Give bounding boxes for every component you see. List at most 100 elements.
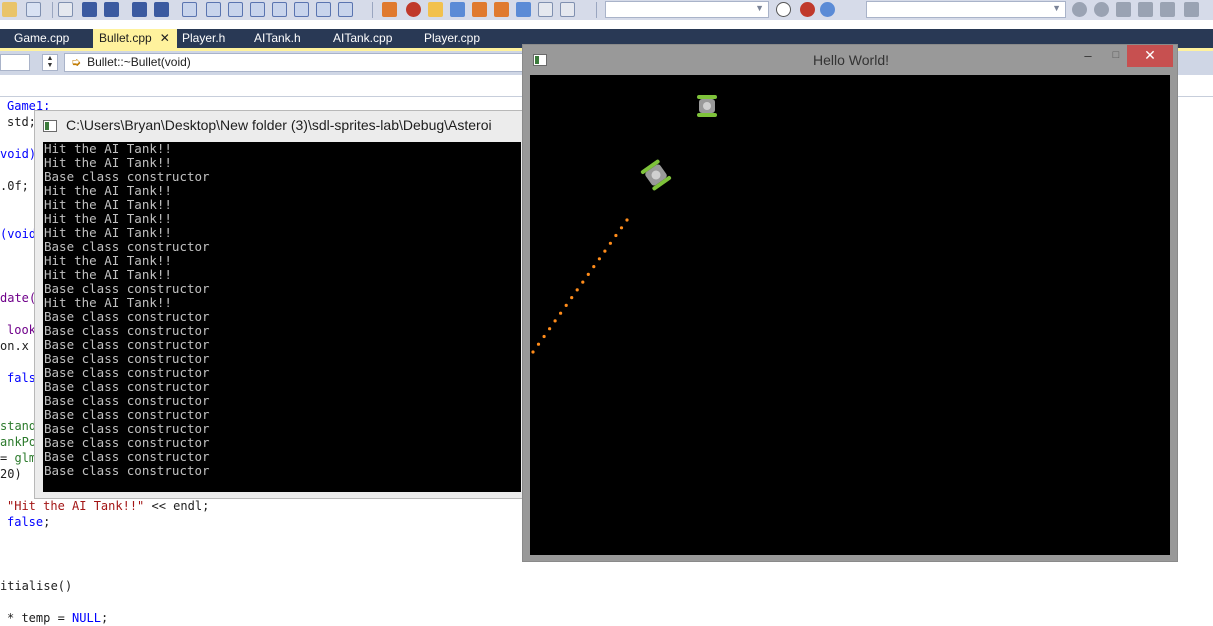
member-combo[interactable]: ➭ Bullet::~Bullet(void) [64,53,524,72]
code-line: void) [0,147,37,161]
game-scene [531,95,717,354]
console-line: Hit the AI Tank!! [44,183,172,198]
chevron-down-icon: ▼ [755,3,764,13]
sphere-icon[interactable] [800,2,815,17]
indent-icon[interactable] [82,2,97,17]
outline-icon[interactable] [58,2,73,17]
bullet [586,272,590,276]
minimize-button[interactable]: – [1073,45,1103,69]
breakpoint-icon[interactable] [406,2,421,17]
outdent-icon[interactable] [104,2,119,17]
console-title-bar[interactable]: C:\Users\Bryan\Desktop\New folder (3)\sd… [35,111,533,141]
bookmark-next-icon[interactable] [228,2,243,17]
tank-tread [697,95,717,99]
tab-label: Game.cpp [14,31,70,45]
code-line: (void [0,227,37,241]
toolbar-combo-1[interactable]: ▼ [605,1,769,18]
bullet [625,218,629,222]
uncomment-icon[interactable] [154,2,169,17]
bookmark-doc-prev-icon[interactable] [294,2,309,17]
game-canvas[interactable] [530,75,1170,555]
code-line: date( [0,291,37,305]
tab-player-h[interactable]: Player.h [176,29,231,48]
checkout-icon[interactable] [1138,2,1153,17]
close-icon[interactable]: ✕ [160,31,170,45]
info-icon[interactable] [776,2,791,17]
console-line: Base class constructor [44,351,210,366]
checkin-icon[interactable] [1116,2,1131,17]
close-button[interactable]: ✕ [1127,45,1173,67]
bookmark-icon[interactable] [182,2,197,17]
spell-check-icon[interactable] [538,2,553,17]
console-line: Base class constructor [44,449,210,464]
tab-aitank-cpp[interactable]: AITank.cpp [327,29,398,48]
tab-aitank-h[interactable]: AITank.h [248,29,307,48]
debug-icon[interactable] [382,2,397,17]
code-line: ankPo [0,435,37,449]
tank-turret [703,102,711,110]
console-line: Base class constructor [44,169,210,184]
game-window[interactable]: Hello World! – □ ✕ [522,44,1178,562]
console-window[interactable]: C:\Users\Bryan\Desktop\New folder (3)\sd… [34,110,534,499]
bullet [542,334,546,339]
options-icon[interactable] [560,2,575,17]
navigate-forward-icon[interactable] [494,2,509,17]
code-line: = glm [0,451,37,465]
bookmark-prev-icon[interactable] [206,2,221,17]
font-icon[interactable] [26,2,41,17]
ide-toolbar: ▼ ▼ [0,0,1213,20]
globe-icon[interactable] [820,2,835,17]
tab-player-cpp[interactable]: Player.cpp [418,29,486,48]
code-line: stand [0,419,37,433]
console-line: Hit the AI Tank!! [44,142,172,156]
toolbar-combo-2[interactable]: ▼ [866,1,1066,18]
console-line: Base class constructor [44,337,210,352]
code-line: false; [7,515,51,529]
bookmark-doc-next-icon[interactable] [316,2,331,17]
history-icon[interactable] [1160,2,1175,17]
comment-icon[interactable] [132,2,147,17]
bullet [536,342,541,346]
code-line: std; [7,115,36,129]
console-line: Hit the AI Tank!! [44,267,172,282]
tab-bullet-cpp[interactable]: Bullet.cpp ✕ [93,29,177,48]
toolbar-tool-icon[interactable] [2,2,17,17]
bullet [575,288,579,292]
find-icon[interactable] [428,2,443,17]
find-in-files-icon[interactable] [450,2,465,17]
refactor-icon[interactable] [516,2,531,17]
clear-bookmarks-icon[interactable] [338,2,353,17]
bullet-trail [531,218,629,354]
compare-icon[interactable] [1184,2,1199,17]
tab-game-cpp[interactable]: Game.cpp [8,29,75,48]
check-icon[interactable] [1072,2,1087,17]
console-output: Hit the AI Tank!! Hit the AI Tank!! Base c… [43,142,521,492]
bookmark-folder-next-icon[interactable] [272,2,287,17]
console-line: Base class constructor [44,435,210,450]
console-line: Base class constructor [44,421,210,436]
code-line: 20) [0,467,22,481]
scope-combo[interactable] [0,54,30,71]
tab-label: AITank.cpp [333,31,393,45]
bullet [559,311,563,315]
console-line: Hit the AI Tank!! [44,295,172,310]
console-line: Base class constructor [44,281,210,296]
bookmark-folder-prev-icon[interactable] [250,2,265,17]
player-tank [640,159,672,191]
bullet [570,296,574,300]
bullet [614,233,618,238]
console-line: Base class constructor [44,393,210,408]
navigate-back-icon[interactable] [472,2,487,17]
toolbar-separator [596,2,597,18]
code-line: on.x [0,339,29,353]
bullet [531,350,535,354]
console-line: Base class constructor [44,239,210,254]
bullet [564,303,568,307]
scope-spinner[interactable]: ▲ ▼ [42,54,58,71]
tab-label: Bullet.cpp [99,31,152,45]
console-line: Hit the AI Tank!! [44,225,172,240]
refresh-icon[interactable] [1094,2,1109,17]
console-app-icon [43,120,57,132]
chevron-down-icon: ▼ [1052,3,1061,13]
console-line: Base class constructor [44,365,210,380]
